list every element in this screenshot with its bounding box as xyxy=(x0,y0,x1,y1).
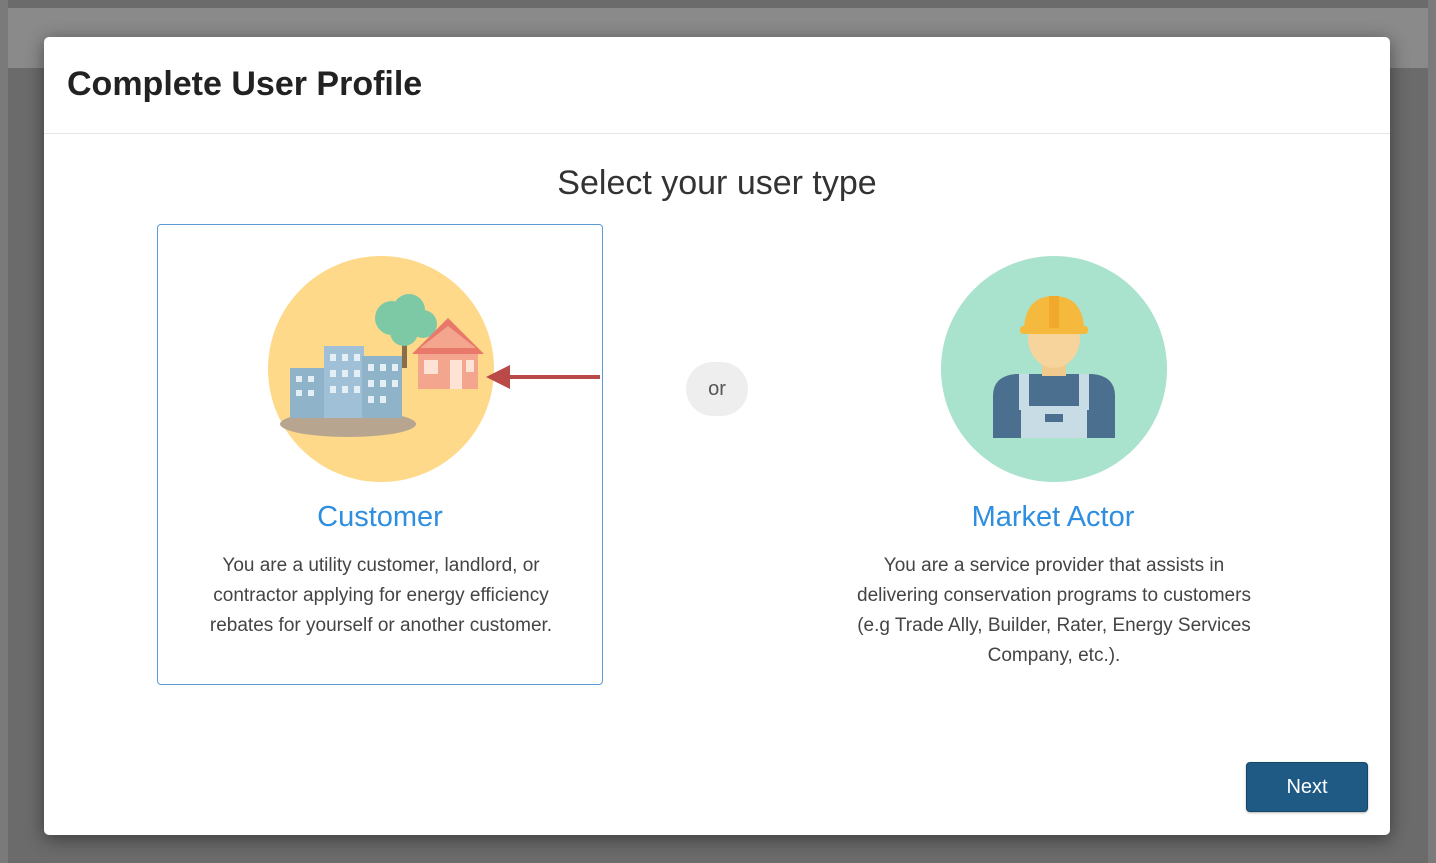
market-actor-option-title: Market Actor xyxy=(971,501,1135,533)
market-actor-option-description: You are a service provider that assists … xyxy=(857,555,1251,666)
buildings-house-icon xyxy=(268,256,494,482)
next-button[interactable]: Next xyxy=(1246,762,1368,812)
modal-title: Complete User Profile xyxy=(67,65,423,103)
customer-option-description: You are a utility customer, landlord, or… xyxy=(209,555,553,636)
market-actor-option-card[interactable]: Market Actor You are a service provider … xyxy=(830,224,1276,685)
annotation-arrow-icon xyxy=(486,365,600,389)
select-user-type-heading: Select your user type xyxy=(557,164,877,202)
page-backdrop-right xyxy=(1428,0,1436,863)
customer-option-card[interactable]: Customer You are a utility customer, lan… xyxy=(157,224,603,685)
complete-profile-modal: Complete User Profile Select your user t… xyxy=(44,37,1390,835)
modal-header: Complete User Profile xyxy=(44,37,1390,134)
customer-option-title: Customer xyxy=(317,501,443,533)
worker-icon xyxy=(941,256,1167,482)
or-separator: or xyxy=(686,362,748,416)
page-backdrop-left xyxy=(0,0,8,863)
